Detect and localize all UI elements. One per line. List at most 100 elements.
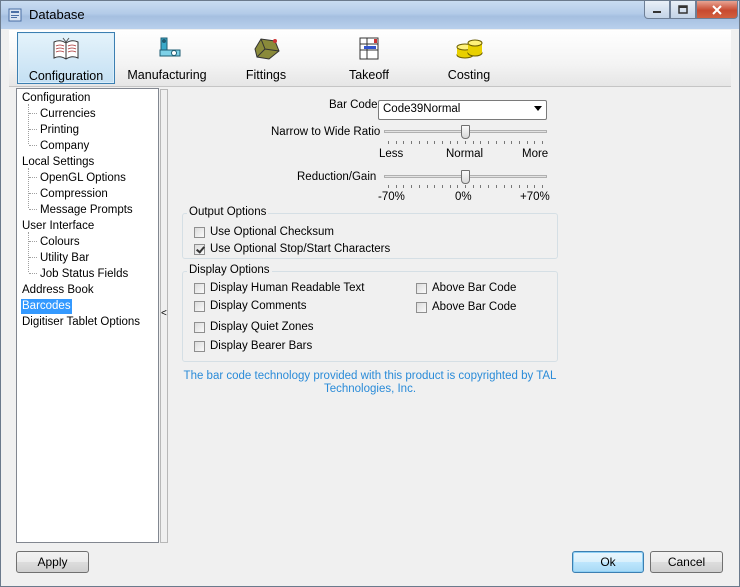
tree-connector — [28, 168, 29, 208]
tree-item-printing[interactable]: Printing — [39, 123, 80, 138]
slider-tick — [542, 141, 543, 144]
tree-connector — [29, 209, 37, 210]
close-icon — [712, 4, 722, 15]
book-icon — [53, 37, 79, 60]
optional-checksum-checkbox[interactable]: Use Optional Checksum — [194, 226, 334, 238]
reduction-min-label: -70% — [378, 191, 405, 203]
slider-tick — [472, 141, 474, 144]
checkbox-label: Above Bar Code — [432, 282, 517, 294]
checkbox-box[interactable] — [194, 300, 205, 312]
checkbox-box[interactable] — [416, 282, 427, 294]
toolbar-costing[interactable]: Costing — [429, 32, 509, 84]
ratio-slider-thumb[interactable] — [461, 125, 470, 139]
comments-above-bar-code-checkbox[interactable]: Above Bar Code — [416, 301, 516, 313]
slider-tick — [457, 141, 459, 144]
apply-button[interactable]: Apply — [16, 551, 89, 573]
optional-stop-start-checkbox[interactable]: Use Optional Stop/Start Characters — [194, 243, 390, 255]
tree-connector — [29, 273, 37, 274]
tree-item-local-settings[interactable]: Local Settings — [21, 155, 95, 170]
fitting-icon — [254, 38, 280, 60]
tree-connector — [29, 257, 37, 258]
slider-tick — [542, 185, 543, 188]
tree-item-compression[interactable]: Compression — [39, 187, 109, 202]
slider-tick — [434, 141, 436, 144]
checkbox-box[interactable] — [194, 340, 205, 352]
display-quiet-zones-checkbox[interactable]: Display Quiet Zones — [194, 321, 314, 333]
bar-code-value: Code39Normal — [383, 103, 461, 115]
slider-tick — [395, 185, 397, 188]
checkbox-box[interactable] — [416, 301, 427, 313]
slider-tick — [388, 185, 389, 188]
chevron-down-icon — [534, 106, 542, 111]
slider-tick — [495, 185, 497, 188]
text-above-bar-code-checkbox[interactable]: Above Bar Code — [416, 282, 516, 294]
tree-item-message-prompts[interactable]: Message Prompts — [39, 203, 134, 218]
tree-item-job-status-fields[interactable]: Job Status Fields — [39, 267, 129, 282]
ratio-label: Narrow to Wide Ratio — [271, 126, 381, 138]
tree-item-digitiser-tablet-options[interactable]: Digitiser Tablet Options — [21, 315, 141, 330]
display-human-readable-checkbox[interactable]: Display Human Readable Text — [194, 282, 364, 294]
maximize-button[interactable] — [670, 1, 696, 19]
checkbox-label: Use Optional Stop/Start Characters — [210, 243, 391, 255]
reduction-slider-thumb[interactable] — [461, 170, 470, 184]
toolbar-takeoff[interactable]: Takeoff — [329, 32, 409, 84]
slider-tick — [403, 141, 405, 144]
tree-item-company[interactable]: Company — [39, 139, 90, 154]
checkbox-box[interactable] — [194, 282, 205, 294]
slider-tick — [518, 185, 520, 188]
toolbar-manufacturing[interactable]: Manufacturing — [122, 32, 212, 84]
checkbox-box[interactable] — [194, 321, 205, 333]
panel-splitter[interactable]: < — [160, 89, 168, 543]
toolbar-fittings[interactable]: Fittings — [227, 32, 305, 84]
slider-tick — [503, 185, 505, 188]
close-button[interactable] — [696, 1, 738, 19]
checkbox-label: Use Optional Checksum — [210, 226, 334, 238]
slider-tick — [495, 141, 497, 144]
reduction-max-label: +70% — [520, 191, 550, 203]
tree-item-currencies[interactable]: Currencies — [39, 107, 97, 122]
display-bearer-bars-checkbox[interactable]: Display Bearer Bars — [194, 340, 312, 352]
checkbox-box[interactable] — [194, 226, 205, 238]
toolbar-label: Manufacturing — [127, 68, 207, 82]
checkbox-label: Above Bar Code — [432, 301, 517, 313]
tree-connector — [29, 193, 37, 194]
toolbar-configuration[interactable]: Configuration — [17, 32, 115, 84]
tree-item-colours[interactable]: Colours — [39, 235, 81, 250]
tree-item-configuration[interactable]: Configuration — [21, 91, 91, 106]
checkbox-label: Display Comments — [210, 300, 307, 312]
tree-item-address-book[interactable]: Address Book — [21, 283, 95, 298]
bar-code-label: Bar Code — [329, 99, 378, 111]
tree-connector — [29, 241, 37, 242]
collapse-arrow-icon[interactable]: < — [161, 308, 167, 319]
slider-tick — [441, 141, 443, 144]
slider-tick — [411, 185, 413, 188]
minimize-icon — [653, 10, 661, 13]
tree-item-barcodes[interactable]: Barcodes — [21, 299, 72, 314]
checkbox-box[interactable] — [194, 243, 205, 255]
tree-connector — [28, 104, 29, 144]
ok-button[interactable]: Ok — [572, 551, 644, 573]
tree-connector — [29, 129, 37, 130]
settings-tree[interactable]: Configuration Currencies Printing Compan… — [16, 88, 159, 543]
slider-tick — [472, 185, 474, 188]
tree-item-opengl-options[interactable]: OpenGL Options — [39, 171, 127, 186]
minimize-button[interactable] — [644, 1, 670, 19]
output-options-title: Output Options — [187, 206, 269, 218]
slider-tick — [418, 141, 420, 144]
tree-connector — [28, 232, 29, 272]
slider-tick — [457, 185, 459, 188]
bar-code-select[interactable]: Code39Normal — [378, 100, 547, 120]
title-bar[interactable]: Database — [1, 1, 739, 29]
slider-tick — [480, 141, 482, 144]
cancel-button[interactable]: Cancel — [650, 551, 723, 573]
window-title: Database — [29, 7, 85, 22]
tree-item-user-interface[interactable]: User Interface — [21, 219, 95, 234]
machine-icon — [159, 37, 181, 57]
slider-tick — [518, 141, 520, 144]
display-comments-checkbox[interactable]: Display Comments — [194, 300, 307, 312]
tree-item-utility-bar[interactable]: Utility Bar — [39, 251, 90, 266]
slider-tick — [465, 185, 466, 188]
checkbox-label: Display Bearer Bars — [210, 340, 313, 352]
slider-tick — [449, 141, 451, 144]
ratio-max-label: More — [522, 148, 549, 160]
